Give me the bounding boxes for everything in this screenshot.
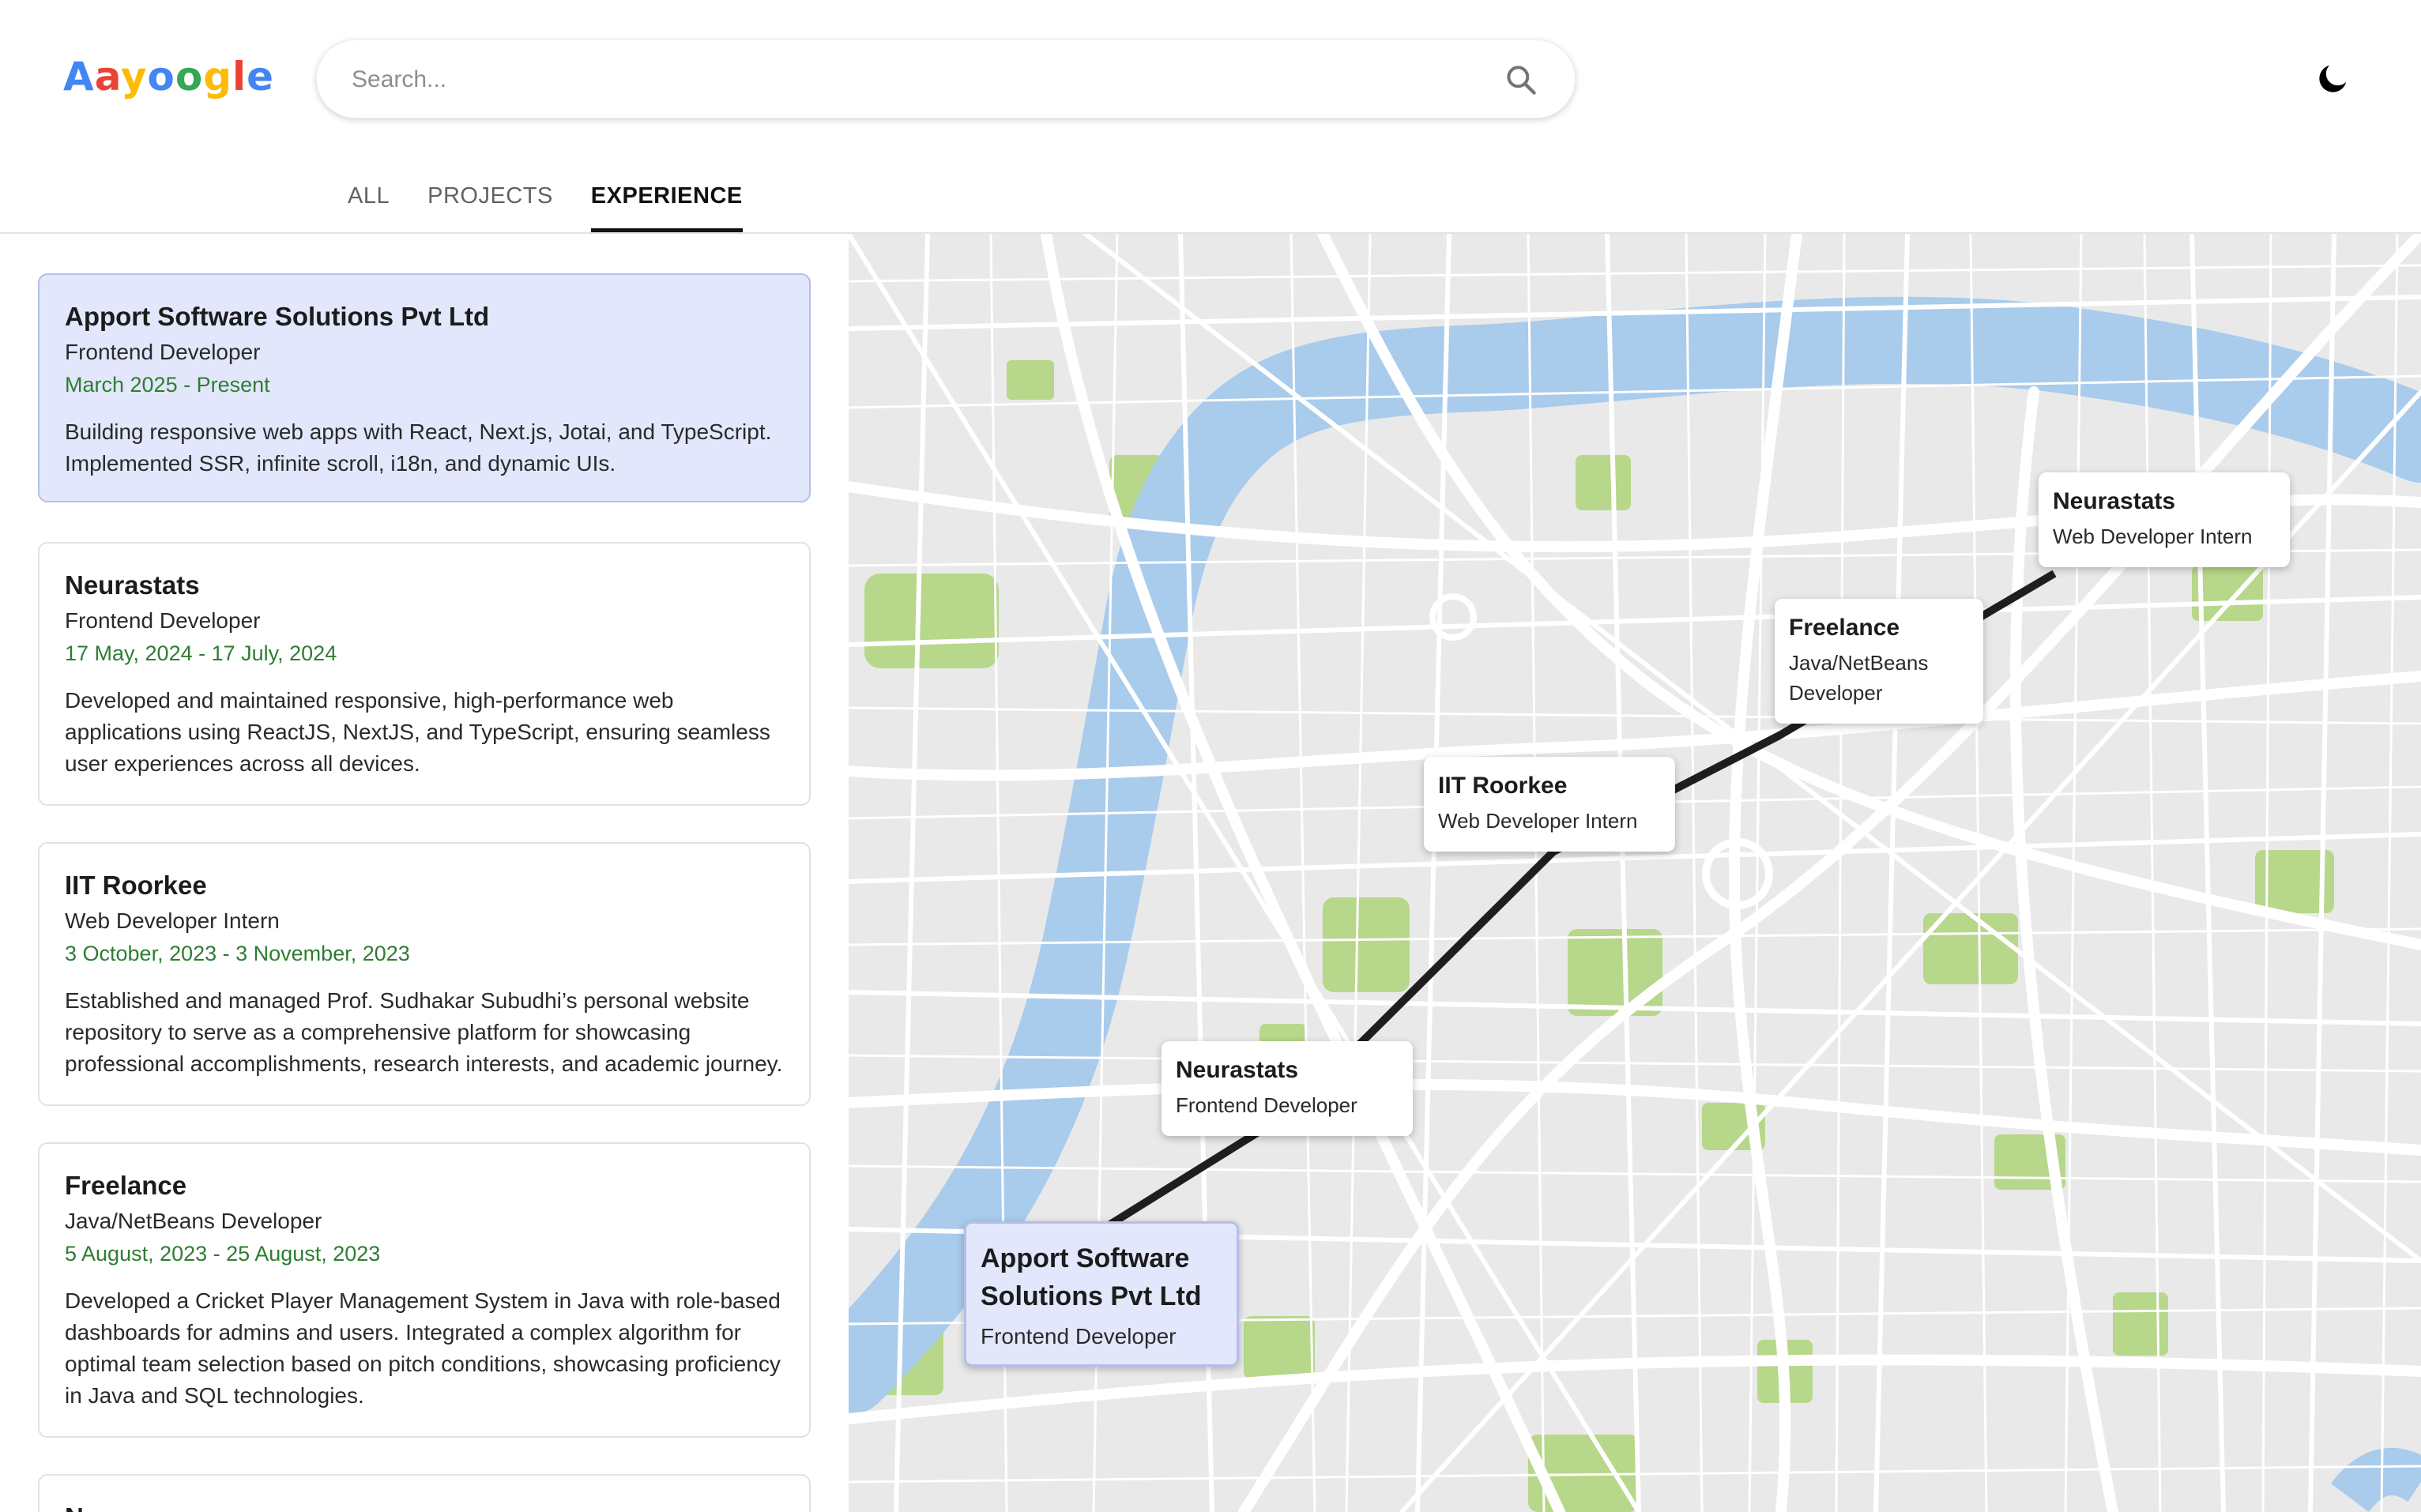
company-name: Apport Software Solutions Pvt Ltd xyxy=(65,302,490,331)
pin-title: Apport Software Solutions Pvt Ltd xyxy=(981,1243,1202,1311)
logo-letter: o xyxy=(175,54,204,100)
pin-role: Frontend Developer xyxy=(981,1324,1177,1348)
tab-experience[interactable]: EXPERIENCE xyxy=(590,180,743,232)
logo-letter: o xyxy=(147,54,175,100)
search-bar xyxy=(316,39,1576,118)
pin-title: Neurastats xyxy=(2053,488,2176,514)
tab-bar: ALL PROJECTS EXPERIENCE xyxy=(348,180,743,232)
job-role: Web Developer Intern xyxy=(65,908,280,933)
logo-letter: A xyxy=(63,54,95,100)
logo-letter: l xyxy=(232,54,247,100)
job-dates: March 2025 - Present xyxy=(65,373,270,397)
job-description: Building responsive web apps with React,… xyxy=(65,419,772,476)
logo-letter: g xyxy=(203,54,233,100)
search-input[interactable] xyxy=(352,56,1458,103)
logo-letter: y xyxy=(120,54,148,100)
pin-title: Neurastats xyxy=(1176,1057,1299,1083)
logo-letter: e xyxy=(247,54,275,100)
map-pin-freelance[interactable]: Freelance Java/NetBeans Developer xyxy=(1775,599,1983,724)
logo[interactable]: Aayoogle xyxy=(63,54,274,100)
logo-letter: a xyxy=(94,54,121,100)
job-dates: 17 May, 2024 - 17 July, 2024 xyxy=(65,641,337,665)
job-role: Frontend Developer xyxy=(65,340,261,364)
job-role: Java/NetBeans Developer xyxy=(65,1209,322,1233)
app-header: Aayoogle ALL PROJECTS EXPERIENCE xyxy=(0,0,2421,232)
job-dates: 3 October, 2023 - 3 November, 2023 xyxy=(65,942,410,965)
pin-title: Freelance xyxy=(1789,615,1900,641)
pin-role: Web Developer Intern xyxy=(1438,809,1638,833)
company-name: IIT Roorkee xyxy=(65,871,207,900)
experience-card[interactable]: Neurastats Frontend Developer 17 May, 20… xyxy=(38,542,811,806)
map-pin-neurastats-intern[interactable]: Neurastats Web Developer Intern xyxy=(2039,472,2290,567)
experience-list: Apport Software Solutions Pvt Ltd Fronte… xyxy=(0,234,849,1512)
moon-icon[interactable] xyxy=(2315,60,2351,96)
map-pin-iit-roorkee[interactable]: IIT Roorkee Web Developer Intern xyxy=(1424,757,1675,852)
experience-card[interactable]: Apport Software Solutions Pvt Ltd Fronte… xyxy=(38,273,811,502)
job-description: Developed a Cricket Player Management Sy… xyxy=(65,1288,781,1408)
pin-role: Web Developer Intern xyxy=(2053,525,2253,548)
map-pin-apport[interactable]: Apport Software Solutions Pvt Ltd Fronte… xyxy=(964,1221,1239,1367)
experience-map[interactable]: Apport Software Solutions Pvt Ltd Fronte… xyxy=(849,234,2421,1512)
river-branch xyxy=(2331,1448,2421,1512)
experience-card[interactable]: Freelance Java/NetBeans Developer 5 Augu… xyxy=(38,1142,811,1438)
experience-card[interactable]: N xyxy=(38,1474,811,1512)
pin-role: Frontend Developer xyxy=(1176,1093,1357,1117)
company-name: Neurastats xyxy=(65,570,200,600)
pin-role: Java/NetBeans Developer xyxy=(1789,651,1929,705)
pin-title: IIT Roorkee xyxy=(1438,773,1568,799)
job-description: Established and managed Prof. Sudhakar S… xyxy=(65,988,783,1076)
company-name: N xyxy=(65,1503,784,1512)
experience-card[interactable]: IIT Roorkee Web Developer Intern 3 Octob… xyxy=(38,842,811,1106)
job-role: Frontend Developer xyxy=(65,608,261,633)
tab-all[interactable]: ALL xyxy=(348,180,390,232)
job-dates: 5 August, 2023 - 25 August, 2023 xyxy=(65,1242,381,1266)
job-description: Developed and maintained responsive, hig… xyxy=(65,688,770,776)
search-icon[interactable] xyxy=(1504,62,1538,97)
tab-projects[interactable]: PROJECTS xyxy=(427,180,553,232)
map-pin-neurastats-frontend[interactable]: Neurastats Frontend Developer xyxy=(1162,1041,1413,1136)
company-name: Freelance xyxy=(65,1171,187,1200)
